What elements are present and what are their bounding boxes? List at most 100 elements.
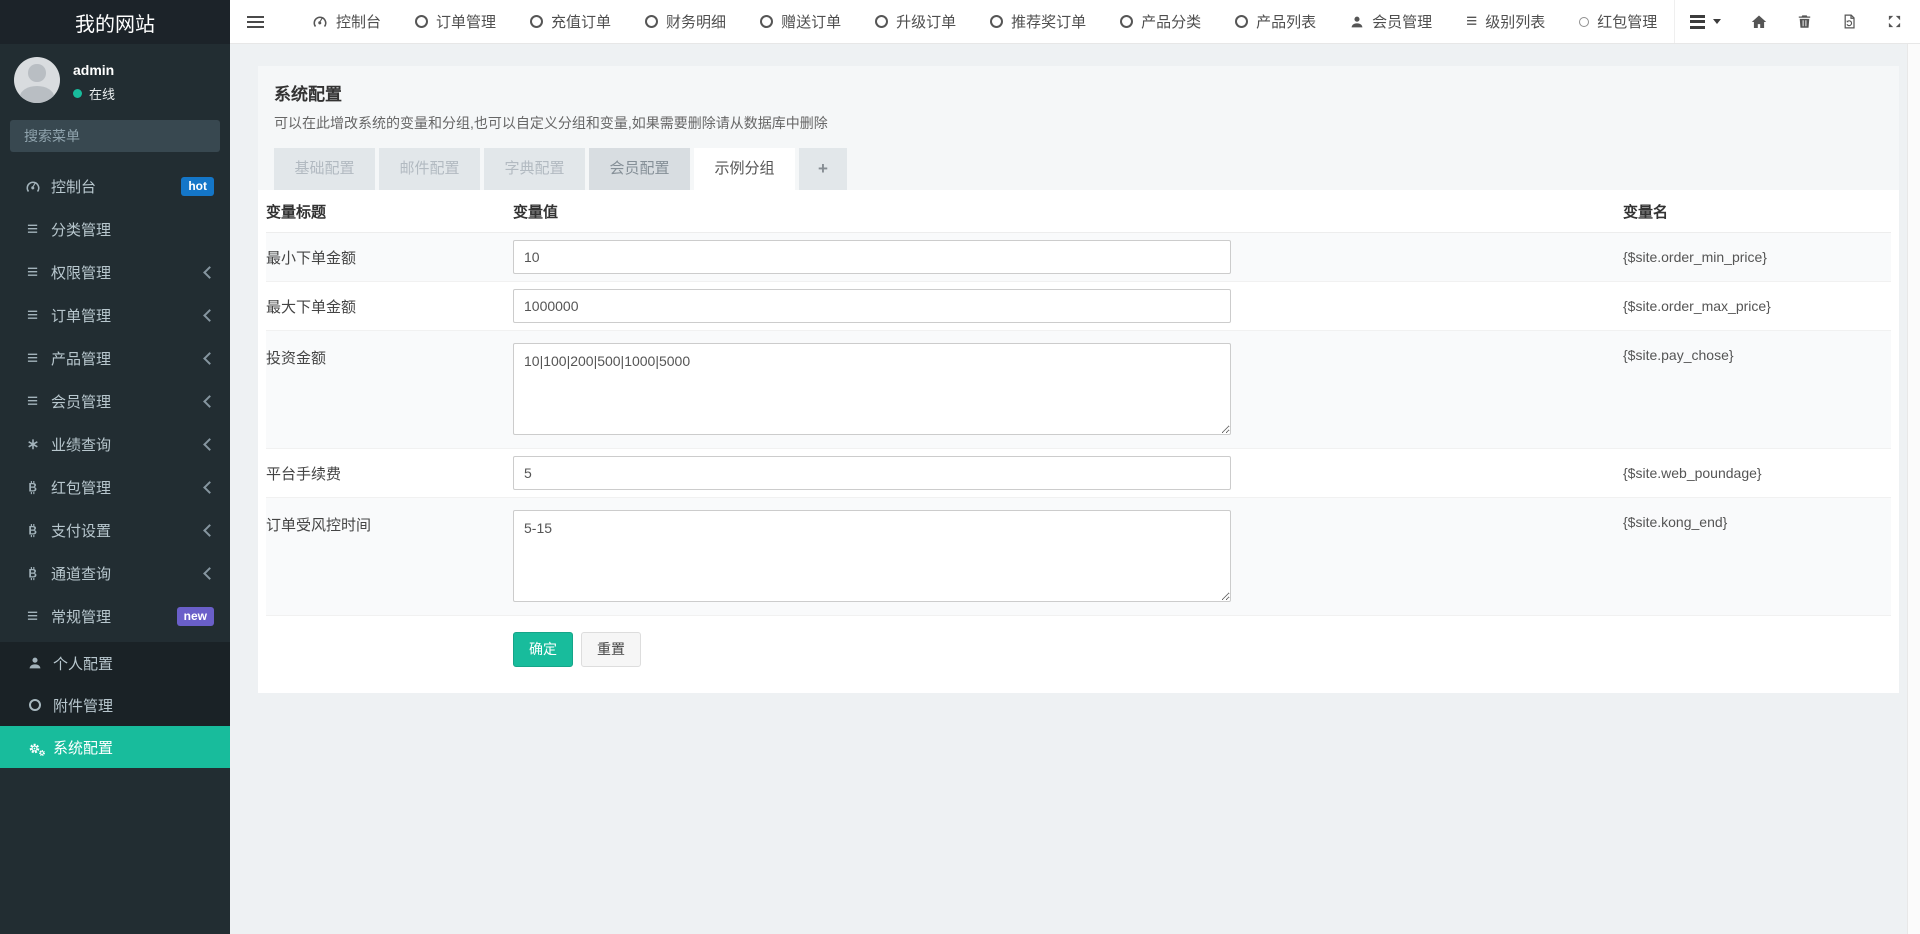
sidebar-item-sysconfig[interactable]: 系统配置 (0, 726, 230, 768)
circle-icon (25, 699, 44, 711)
sidebar-item-channel[interactable]: 通道查询 (0, 552, 230, 595)
sidebar-item-performance[interactable]: 业绩查询 (0, 423, 230, 466)
topnav-tab-product-list[interactable]: 产品列表 (1218, 0, 1333, 44)
tabs-menu-dropdown[interactable] (1675, 0, 1736, 43)
refresh-doc-icon (1842, 14, 1857, 29)
trash-icon (1797, 14, 1812, 29)
clear-cache-button[interactable] (1827, 0, 1872, 43)
home-button[interactable] (1736, 0, 1782, 43)
topnav-tab-label: 控制台 (336, 11, 381, 32)
chevron-left-icon (203, 438, 216, 451)
topnav-tab-product-category[interactable]: 产品分类 (1103, 0, 1218, 44)
topnav-tab-label: 升级订单 (896, 11, 956, 32)
sidebar-item-dashboard[interactable]: 控制台 hot (0, 165, 230, 208)
table-header-row: 变量标题 变量值 变量名 (266, 190, 1891, 233)
dashboard-icon (23, 179, 42, 195)
circle-icon (645, 15, 658, 28)
topnav-tab-label: 财务明细 (666, 11, 726, 32)
topnav-tab-label: 赠送订单 (781, 11, 841, 32)
topnav-tab-gift[interactable]: 赠送订单 (743, 0, 858, 44)
topnav-tab-members[interactable]: 会员管理 (1333, 0, 1449, 44)
field-label: 平台手续费 (266, 463, 513, 484)
sidebar-item-category[interactable]: ≡ 分类管理 (0, 208, 230, 251)
pay-chose-textarea[interactable]: 10|100|200|500|1000|5000 (513, 343, 1231, 435)
bitcoin-icon (23, 480, 42, 495)
topnav-right-controls: admin (1674, 0, 1920, 43)
tab-basic-config[interactable]: 基础配置 (274, 148, 375, 190)
sidebar-item-label: 通道查询 (51, 563, 111, 584)
gears-icon (25, 740, 44, 755)
scrollbar-track[interactable] (1907, 44, 1920, 934)
sidebar-item-label: 常规管理 (51, 606, 111, 627)
table-row: 平台手续费 {$site.web_poundage} (266, 449, 1891, 498)
topnav-tab-finance[interactable]: 财务明细 (628, 0, 743, 44)
topnav-tab-upgrade[interactable]: 升级订单 (858, 0, 973, 44)
topnav-tab-label: 推荐奖订单 (1011, 11, 1086, 32)
topnav-tab-orders[interactable]: 订单管理 (398, 0, 513, 44)
chevron-left-icon (203, 524, 216, 537)
topnav-tab-label: 会员管理 (1372, 11, 1432, 32)
sidebar-item-label: 红包管理 (51, 477, 111, 498)
user-name: admin (73, 62, 115, 78)
field-value-cell: 10|100|200|500|1000|5000 (513, 331, 1623, 439)
brand-title[interactable]: 我的网站 (0, 0, 230, 44)
tab-example-group[interactable]: 示例分组 (694, 148, 795, 190)
table-row: 投资金额 10|100|200|500|1000|5000 {$site.pay… (266, 331, 1891, 449)
sidebar-item-attachment[interactable]: 附件管理 (0, 684, 230, 726)
web-poundage-input[interactable] (513, 456, 1231, 490)
online-status-dot (73, 89, 82, 98)
sidebar-item-member[interactable]: ≡ 会员管理 (0, 380, 230, 423)
sidebar-item-payment[interactable]: 支付设置 (0, 509, 230, 552)
tab-dictionary-config[interactable]: 字典配置 (484, 148, 585, 190)
card-header: 系统配置 可以在此增改系统的变量和分组,也可以自定义分组和变量,如果需要删除请从… (258, 66, 1899, 190)
topnav-tab-redpacket[interactable]: 红包管理 (1562, 0, 1674, 44)
sidebar-item-general[interactable]: ≡ 常规管理 new (0, 595, 230, 638)
circle-icon (530, 15, 543, 28)
topnav-tab-recharge[interactable]: 充值订单 (513, 0, 628, 44)
field-value-cell (513, 456, 1623, 490)
list-icon: ≡ (1466, 12, 1477, 31)
circle-icon (1235, 15, 1248, 28)
sidebar-item-label: 控制台 (51, 176, 96, 197)
tab-member-config[interactable]: 会员配置 (589, 148, 690, 190)
kong-end-textarea[interactable]: 5-15 (513, 510, 1231, 602)
clear-trash-button[interactable] (1782, 0, 1827, 43)
column-header-varname: 变量名 (1623, 201, 1891, 222)
sidebar-item-redpacket[interactable]: 红包管理 (0, 466, 230, 509)
sidebar-item-product[interactable]: ≡ 产品管理 (0, 337, 230, 380)
topnav-tab-referral[interactable]: 推荐奖订单 (973, 0, 1103, 44)
order-min-price-input[interactable] (513, 240, 1231, 274)
chevron-left-icon (203, 567, 216, 580)
home-icon (1751, 14, 1767, 30)
confirm-button[interactable]: 确定 (513, 632, 573, 667)
topnav-tab-label: 产品列表 (1256, 11, 1316, 32)
user-status-label: 在线 (89, 84, 115, 103)
dashboard-icon (312, 14, 328, 30)
fullscreen-icon (1887, 14, 1902, 29)
field-varname: {$site.kong_end} (1623, 498, 1891, 530)
sidebar-item-permission[interactable]: ≡ 权限管理 (0, 251, 230, 294)
reset-button[interactable]: 重置 (581, 632, 641, 667)
user-avatar (14, 57, 60, 103)
fullscreen-button[interactable] (1872, 0, 1917, 43)
topnav-tab-levels[interactable]: ≡ 级别列表 (1449, 0, 1562, 44)
sidebar-item-label: 分类管理 (51, 219, 111, 240)
sidebar-item-label: 产品管理 (51, 348, 111, 369)
chevron-left-icon (203, 481, 216, 494)
sidebar-item-label: 会员管理 (51, 391, 111, 412)
topnav-tab-label: 订单管理 (436, 11, 496, 32)
user-info: admin 在线 (73, 57, 115, 103)
search-input[interactable] (22, 127, 207, 145)
sidebar-item-profile[interactable]: 个人配置 (0, 642, 230, 684)
sidebar-item-order[interactable]: ≡ 订单管理 (0, 294, 230, 337)
sidebar-toggle-icon[interactable] (230, 16, 281, 28)
topnav-tab-dashboard[interactable]: 控制台 (295, 0, 398, 44)
tab-mail-config[interactable]: 邮件配置 (379, 148, 480, 190)
add-tab-button[interactable]: + (799, 148, 847, 190)
topnav-tab-label: 产品分类 (1141, 11, 1201, 32)
sidebar: 我的网站 admin 在线 控制台 hot ≡ 分类管理 ≡ 权限管理 (0, 0, 230, 934)
topnav-tab-label: 充值订单 (551, 11, 611, 32)
table-row: 最大下单金额 {$site.order_max_price} (266, 282, 1891, 331)
order-max-price-input[interactable] (513, 289, 1231, 323)
list-icon: ≡ (23, 306, 42, 325)
